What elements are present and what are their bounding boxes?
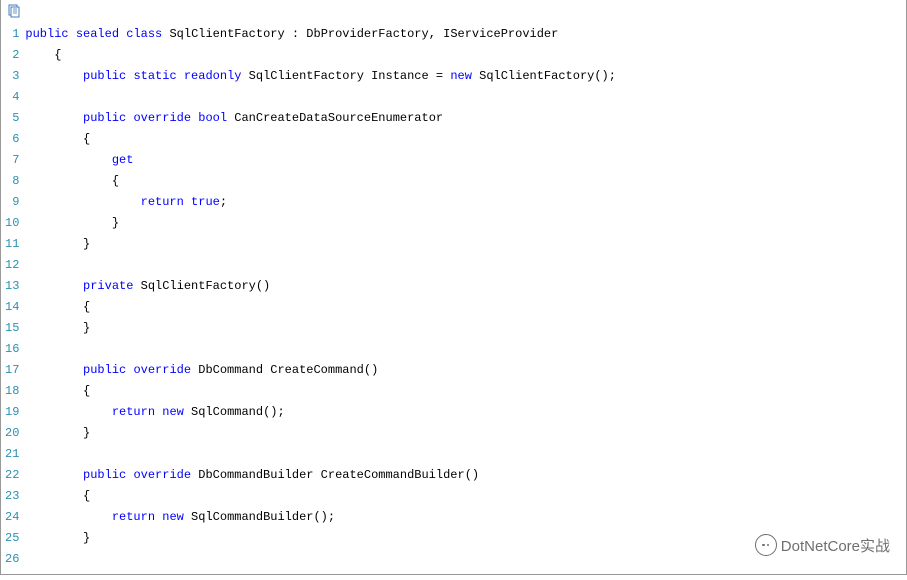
line-number: 15 (5, 318, 19, 339)
code-line: } (25, 423, 906, 444)
line-number-gutter: 1234567891011121314151617181920212223242… (1, 24, 25, 570)
code-line (25, 87, 906, 108)
line-number: 21 (5, 444, 19, 465)
code-line: public static readonly SqlClientFactory … (25, 66, 906, 87)
line-number: 26 (5, 549, 19, 570)
line-number: 6 (5, 129, 19, 150)
line-number: 17 (5, 360, 19, 381)
line-number: 2 (5, 45, 19, 66)
code-content[interactable]: public sealed class SqlClientFactory : D… (25, 24, 906, 570)
line-number: 4 (5, 87, 19, 108)
code-line (25, 339, 906, 360)
code-line: private SqlClientFactory() (25, 276, 906, 297)
code-line (25, 255, 906, 276)
line-number: 10 (5, 213, 19, 234)
line-number: 19 (5, 402, 19, 423)
code-line: { (25, 381, 906, 402)
watermark: DotNetCore实战 (755, 534, 890, 556)
line-number: 11 (5, 234, 19, 255)
toolbar (1, 0, 906, 24)
line-number: 14 (5, 297, 19, 318)
line-number: 25 (5, 528, 19, 549)
line-number: 1 (5, 24, 19, 45)
code-line: { (25, 45, 906, 66)
code-line: { (25, 297, 906, 318)
code-line: public override DbCommandBuilder CreateC… (25, 465, 906, 486)
line-number: 13 (5, 276, 19, 297)
code-line: { (25, 171, 906, 192)
code-line: } (25, 318, 906, 339)
code-line: { (25, 129, 906, 150)
code-line: public override DbCommand CreateCommand(… (25, 360, 906, 381)
wechat-icon (755, 534, 777, 556)
line-number: 12 (5, 255, 19, 276)
line-number: 3 (5, 66, 19, 87)
line-number: 18 (5, 381, 19, 402)
line-number: 20 (5, 423, 19, 444)
code-line: public sealed class SqlClientFactory : D… (25, 24, 906, 45)
line-number: 7 (5, 150, 19, 171)
line-number: 5 (5, 108, 19, 129)
copy-icon[interactable] (7, 4, 21, 18)
code-line (25, 444, 906, 465)
code-area: 1234567891011121314151617181920212223242… (1, 24, 906, 570)
code-viewer: 1234567891011121314151617181920212223242… (0, 0, 907, 575)
line-number: 24 (5, 507, 19, 528)
watermark-text: DotNetCore实战 (781, 535, 890, 556)
code-line: return true; (25, 192, 906, 213)
code-line: return new SqlCommandBuilder(); (25, 507, 906, 528)
line-number: 8 (5, 171, 19, 192)
code-line: { (25, 486, 906, 507)
code-line: return new SqlCommand(); (25, 402, 906, 423)
line-number: 22 (5, 465, 19, 486)
code-line: get (25, 150, 906, 171)
code-line: public override bool CanCreateDataSource… (25, 108, 906, 129)
code-line: } (25, 213, 906, 234)
line-number: 23 (5, 486, 19, 507)
code-line: } (25, 234, 906, 255)
line-number: 9 (5, 192, 19, 213)
line-number: 16 (5, 339, 19, 360)
